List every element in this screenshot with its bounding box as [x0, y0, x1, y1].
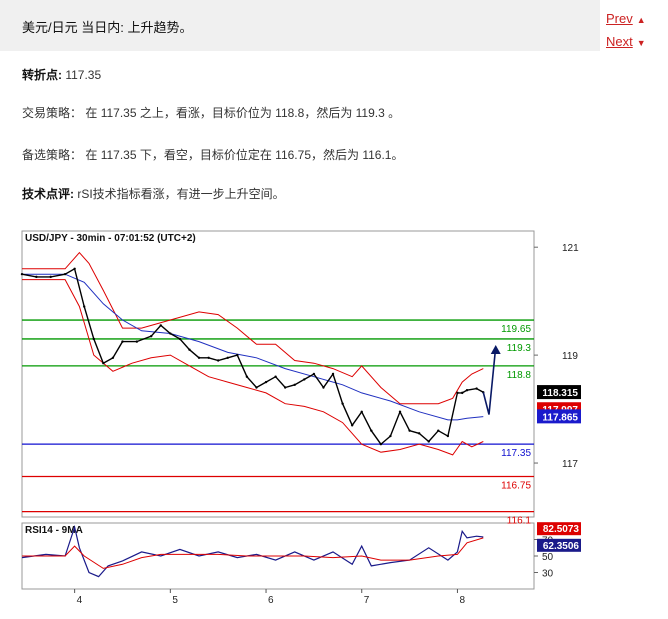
price-point [417, 432, 421, 435]
price-point [389, 434, 392, 438]
price-point [331, 372, 335, 376]
x-axis-label: 7 [364, 595, 370, 606]
price-tag-label: 118.315 [542, 388, 578, 399]
x-axis-label: 6 [268, 595, 274, 606]
next-link[interactable]: Next ▼ [606, 31, 666, 54]
next-label: Next [606, 34, 633, 49]
price-point [149, 335, 153, 338]
price-point [245, 375, 249, 378]
triangle-down-icon: ▼ [636, 38, 646, 48]
price-point [283, 386, 287, 389]
price-point [446, 434, 450, 438]
price-axis-label: 119 [562, 351, 578, 362]
alternative-text: 在 117.35 下，看空，目标价位定在 116.75，然后为 116.1。 [85, 148, 404, 162]
rsi-axis-label: 30 [542, 569, 554, 580]
price-point [360, 410, 363, 413]
price-point [121, 340, 124, 343]
price-point [159, 324, 162, 327]
price-point [135, 340, 139, 343]
price-point [111, 356, 115, 360]
price-point [92, 337, 95, 341]
triangle-up-icon: ▲ [636, 15, 646, 25]
price-point [102, 362, 105, 365]
price-point [379, 442, 383, 446]
rsi-axis-label: 50 [542, 552, 554, 563]
price-point [197, 356, 201, 360]
price-point [264, 380, 268, 384]
price-point [188, 348, 191, 351]
strategy-label: 交易策略： [22, 106, 83, 120]
pivot-value: 117.35 [65, 68, 102, 82]
price-tag-label: 117.865 [542, 412, 578, 423]
price-point [73, 267, 76, 270]
prev-link[interactable]: Prev ▲ [606, 8, 666, 31]
price-point [63, 272, 67, 276]
price-point [437, 429, 440, 432]
price-chart: 119.65 119.3 118.8 117.35 116.75 116.1 121 119 1… [14, 227, 654, 611]
level-label: 116.75 [501, 481, 531, 492]
price-point [255, 386, 258, 389]
price-point [341, 402, 344, 405]
price-plot-frame [21, 230, 535, 518]
price-point [83, 305, 86, 308]
price-point [216, 359, 220, 362]
price-point [370, 429, 373, 432]
price-point [178, 337, 182, 341]
alternative-line: 备选策略： 在 117.35 下，看空，目标价位定在 116.75，然后为 11… [22, 146, 403, 163]
price-point [408, 429, 411, 432]
level-label: 119.65 [501, 324, 531, 335]
rsi-tag-label: 62.3506 [543, 541, 580, 552]
level-label: 119.3 [507, 343, 532, 354]
price-point [35, 275, 38, 279]
comment-line: 技术点评: rSI技术指标看涨，有进一步上升空间。 [22, 185, 285, 202]
header-bar: 美元/日元 当日内: 上升趋势。 [0, 0, 600, 51]
price-axis-label: 117 [562, 459, 578, 470]
strategy-text: 在 117.35 之上，看涨，目标价位为 118.8，然后为 119.3 。 [85, 106, 401, 120]
price-point [169, 332, 172, 335]
pager-nav: Prev ▲ Next ▼ [606, 8, 666, 54]
level-label: 118.8 [507, 370, 532, 381]
price-point [350, 424, 354, 427]
price-point [274, 375, 277, 378]
price-point [465, 388, 469, 392]
x-axis-label: 5 [172, 595, 178, 606]
prev-label: Prev [606, 11, 633, 26]
price-point [312, 372, 316, 376]
x-axis-label: 8 [459, 595, 465, 606]
price-point [427, 440, 430, 443]
price-point [226, 356, 229, 360]
price-point [461, 391, 464, 395]
price-point [456, 391, 459, 395]
price-point [293, 383, 296, 386]
price-point [236, 353, 239, 357]
price-point [49, 275, 52, 279]
price-point [303, 378, 306, 381]
chart-svg: 119.65 119.3 118.8 117.35 116.75 116.1 121 119 1… [20, 230, 581, 606]
strategy-line: 交易策略： 在 117.35 之上，看涨，目标价位为 118.8，然后为 119… [22, 104, 400, 121]
alternative-label: 备选策略： [22, 148, 83, 162]
level-label: 116.1 [507, 516, 532, 527]
pivot-label: 转折点: [22, 68, 62, 82]
page-title: 美元/日元 当日内: 上升趋势。 [22, 20, 193, 35]
price-point [398, 410, 402, 413]
price-point [475, 387, 478, 390]
comment-label: 技术点评: [22, 187, 74, 201]
price-axis-label: 121 [562, 243, 579, 254]
chart-title: USD/JPY - 30min - 07:01:52 (UTC+2) [25, 233, 196, 244]
x-axis-label: 4 [77, 595, 83, 606]
pivot-line: 转折点: 117.35 [22, 66, 101, 83]
level-label: 117.35 [501, 448, 531, 459]
comment-text: rSI技术指标看涨，有进一步上升空间。 [77, 187, 285, 201]
rsi-tag-label: 82.5073 [543, 524, 580, 535]
price-point [207, 356, 210, 360]
price-point [20, 272, 24, 276]
price-point [322, 386, 325, 389]
